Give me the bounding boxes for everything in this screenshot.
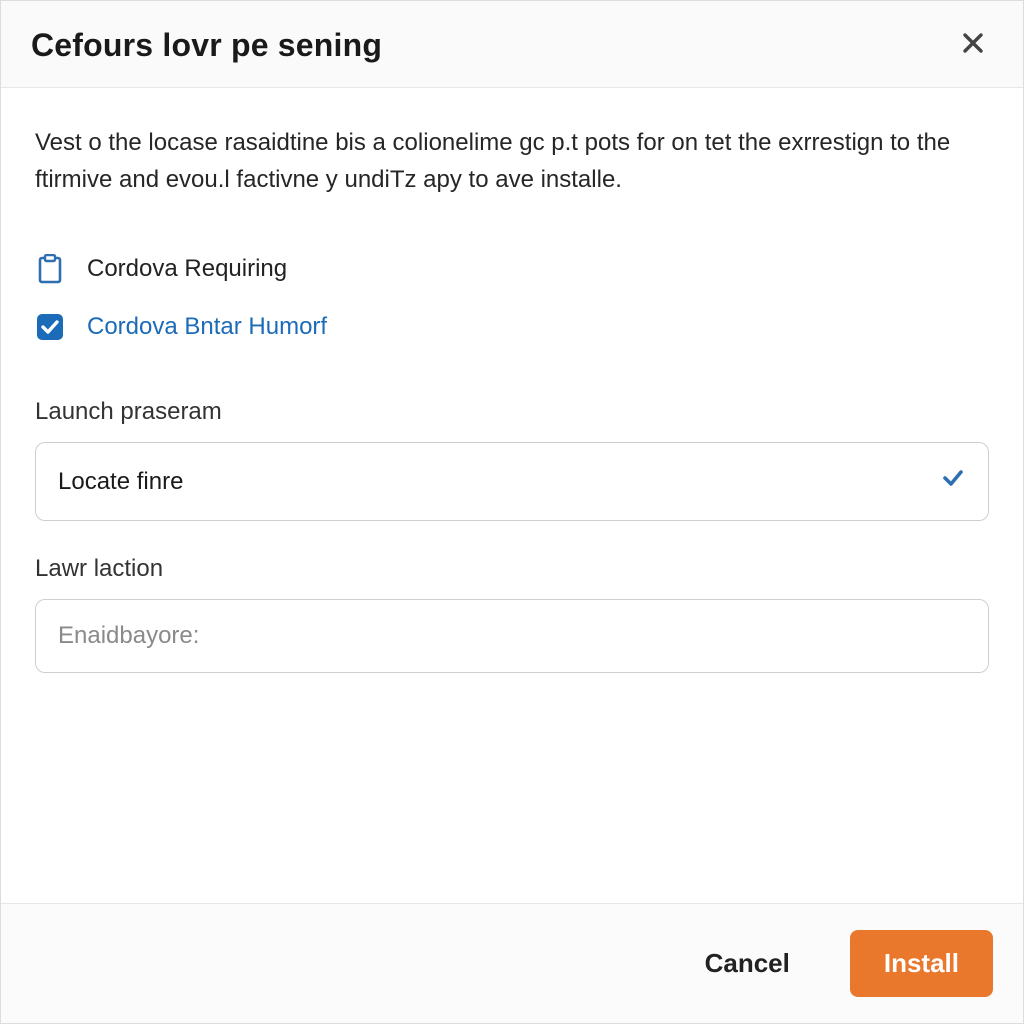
option-row-requiring[interactable]: Cordova Requiring [35,242,989,300]
launch-label: Launch praseram [35,398,989,426]
launch-select-value: Locate finre [58,468,183,496]
checkbox-checked-icon[interactable] [35,312,65,342]
dialog-title: Cefours lovr pe sening [31,27,382,64]
launch-select[interactable]: Locate finre [35,442,989,521]
location-input-wrap[interactable] [35,599,989,673]
dialog-footer: Cancel Install [1,903,1023,1023]
location-input[interactable] [58,622,966,650]
option-row-bntar[interactable]: Cordova Bntar Humorf [35,300,989,358]
option-label: Cordova Requiring [87,255,287,283]
location-label: Lawr laction [35,555,989,583]
dialog-body: Vest o the locase rasaidtine bis a colio… [1,88,1023,903]
option-label-link[interactable]: Cordova Bntar Humorf [87,313,327,341]
dialog-header: Cefours lovr pe sening [1,1,1023,88]
options-list: Cordova Requiring Cordova Bntar Humorf [35,242,989,358]
install-dialog: Cefours lovr pe sening Vest o the locase… [0,0,1024,1024]
clipboard-icon [35,254,65,284]
check-icon [940,465,966,498]
install-button[interactable]: Install [850,930,993,997]
launch-field: Launch praseram Locate finre [35,398,989,521]
cancel-button[interactable]: Cancel [671,930,824,997]
location-field: Lawr laction [35,555,989,673]
close-icon [962,28,984,62]
close-button[interactable] [953,25,993,65]
dialog-description: Vest o the locase rasaidtine bis a colio… [35,124,989,198]
